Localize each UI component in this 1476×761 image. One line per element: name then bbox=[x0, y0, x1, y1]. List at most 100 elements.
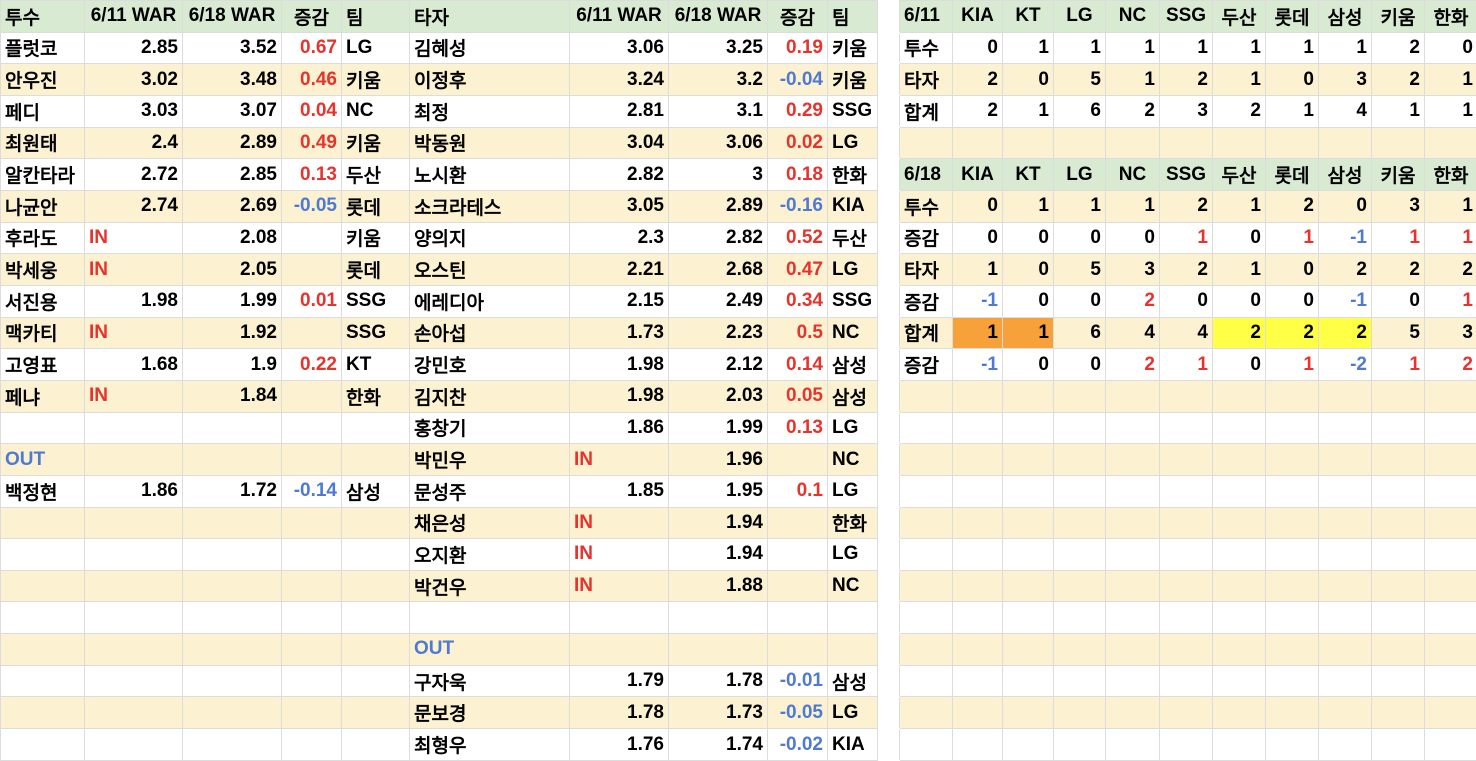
empty-cell[interactable] bbox=[1105, 728, 1160, 761]
empty-cell[interactable] bbox=[1105, 569, 1160, 603]
pitchers-value-cell[interactable] bbox=[182, 411, 282, 445]
summary618-header-cell[interactable]: 한화 bbox=[1424, 158, 1476, 191]
empty-cell[interactable] bbox=[1105, 601, 1160, 635]
empty-cell[interactable] bbox=[952, 474, 1003, 508]
summary611-value-cell[interactable]: 1 bbox=[1265, 94, 1319, 128]
summary618-value-cell[interactable]: 2 bbox=[1318, 253, 1372, 286]
pitchers-name-cell[interactable]: 박세웅 bbox=[0, 253, 85, 286]
pitchers-team-cell[interactable]: 한화 bbox=[341, 379, 410, 413]
separator-cell[interactable] bbox=[877, 284, 900, 318]
hitters-value-cell[interactable]: 1.88 bbox=[668, 569, 768, 603]
hitters-value-cell[interactable]: 3.25 bbox=[668, 31, 768, 65]
pitchers-name-cell[interactable]: 플럿코 bbox=[0, 31, 85, 65]
hitters-name-cell[interactable]: 김혜성 bbox=[409, 31, 570, 65]
pitchers-value-cell[interactable]: -0.05 bbox=[281, 189, 342, 223]
empty-cell[interactable] bbox=[1053, 569, 1106, 603]
summary618-row-label[interactable]: 증감 bbox=[899, 348, 953, 381]
hitters-header-cell[interactable]: 팀 bbox=[827, 0, 878, 33]
empty-cell[interactable] bbox=[182, 569, 282, 603]
empty-cell[interactable] bbox=[281, 633, 342, 666]
empty-cell[interactable] bbox=[341, 696, 410, 730]
hitters-name-cell[interactable]: 오지환 bbox=[409, 538, 570, 571]
summary611-value-cell[interactable]: 0 bbox=[1424, 31, 1476, 65]
empty-cell[interactable] bbox=[1212, 411, 1266, 445]
summary618-value-cell[interactable]: 0 bbox=[1318, 189, 1372, 223]
pitchers-value-cell[interactable]: 0.49 bbox=[281, 126, 342, 160]
hitters-value-cell[interactable] bbox=[767, 569, 828, 603]
summary618-header-cell[interactable]: SSG bbox=[1159, 158, 1213, 191]
empty-cell[interactable] bbox=[1002, 664, 1054, 698]
empty-cell[interactable] bbox=[1371, 633, 1425, 666]
summary611-value-cell[interactable]: 1 bbox=[1424, 63, 1476, 96]
hitters-value-cell[interactable]: 3.04 bbox=[569, 126, 669, 160]
empty-cell[interactable] bbox=[341, 506, 410, 540]
pitchers-value-cell[interactable]: 0.01 bbox=[281, 284, 342, 318]
empty-cell[interactable] bbox=[1002, 443, 1054, 476]
empty-cell[interactable] bbox=[1318, 443, 1372, 476]
hitters-value-cell[interactable]: 2.89 bbox=[668, 189, 768, 223]
pitchers-value-cell[interactable]: -0.14 bbox=[281, 474, 342, 508]
pitchers-name-cell[interactable]: 서진용 bbox=[0, 284, 85, 318]
hitters-value-cell[interactable]: 2.21 bbox=[569, 253, 669, 286]
pitchers-value-cell[interactable]: 2.85 bbox=[182, 158, 282, 191]
empty-cell[interactable] bbox=[1318, 569, 1372, 603]
pitchers-value-cell[interactable]: 2.05 bbox=[182, 253, 282, 286]
summary618-value-cell[interactable]: 2 bbox=[1424, 348, 1476, 381]
empty-cell[interactable] bbox=[1212, 601, 1266, 635]
hitters-header-cell[interactable]: 증감 bbox=[767, 0, 828, 33]
empty-cell[interactable] bbox=[1159, 474, 1213, 508]
empty-cell[interactable] bbox=[1053, 379, 1106, 413]
summary618-value-cell[interactable]: 1 bbox=[1212, 253, 1266, 286]
summary618-value-cell[interactable]: 2 bbox=[1105, 284, 1160, 318]
pitchers-team-cell[interactable]: LG bbox=[341, 31, 410, 65]
empty-cell[interactable] bbox=[1424, 443, 1476, 476]
empty-cell[interactable] bbox=[1159, 664, 1213, 698]
summary611-header-cell[interactable]: SSG bbox=[1159, 0, 1213, 33]
empty-cell[interactable] bbox=[1002, 728, 1054, 761]
hitters-value-cell[interactable] bbox=[668, 601, 768, 635]
hitters-value-cell[interactable]: 0.02 bbox=[767, 126, 828, 160]
pitchers-value-cell[interactable]: 2.08 bbox=[182, 221, 282, 255]
hitters-name-cell[interactable] bbox=[409, 601, 570, 635]
separator-cell[interactable] bbox=[877, 411, 900, 445]
hitters-team-cell[interactable]: NC bbox=[827, 569, 878, 603]
pitchers-name-cell[interactable]: 최원태 bbox=[0, 126, 85, 160]
pitchers-value-cell[interactable]: 1.92 bbox=[182, 316, 282, 350]
pitchers-value-cell[interactable]: 1.86 bbox=[84, 474, 183, 508]
hitters-value-cell[interactable]: IN bbox=[569, 506, 669, 540]
empty-cell[interactable] bbox=[1371, 538, 1425, 571]
hitters-value-cell[interactable]: -0.01 bbox=[767, 664, 828, 698]
empty-cell[interactable] bbox=[0, 538, 85, 571]
hitters-value-cell[interactable]: 0.19 bbox=[767, 31, 828, 65]
hitters-name-cell[interactable]: 구자욱 bbox=[409, 664, 570, 698]
empty-cell[interactable] bbox=[341, 664, 410, 698]
empty-cell[interactable] bbox=[1424, 538, 1476, 571]
empty-cell[interactable] bbox=[899, 474, 953, 508]
summary618-value-cell[interactable]: 0 bbox=[1212, 284, 1266, 318]
empty-cell[interactable] bbox=[1159, 633, 1213, 666]
pitchers-value-cell[interactable]: 2.72 bbox=[84, 158, 183, 191]
hitters-value-cell[interactable]: 3.06 bbox=[668, 126, 768, 160]
hitters-value-cell[interactable]: 0.47 bbox=[767, 253, 828, 286]
empty-cell[interactable] bbox=[1159, 569, 1213, 603]
pitchers-team-cell[interactable] bbox=[341, 411, 410, 445]
summary618-value-cell[interactable]: -1 bbox=[952, 348, 1003, 381]
hitters-name-cell[interactable]: 박건우 bbox=[409, 569, 570, 603]
empty-cell[interactable] bbox=[1212, 664, 1266, 698]
separator-cell[interactable] bbox=[877, 443, 900, 476]
empty-cell[interactable] bbox=[84, 506, 183, 540]
empty-cell[interactable] bbox=[1318, 379, 1372, 413]
summary611-value-cell[interactable]: 1 bbox=[1424, 94, 1476, 128]
hitters-value-cell[interactable] bbox=[767, 506, 828, 540]
summary611-value-cell[interactable]: 2 bbox=[1159, 63, 1213, 96]
summary618-value-cell[interactable]: 1 bbox=[1424, 221, 1476, 255]
empty-cell[interactable] bbox=[341, 728, 410, 761]
summary618-value-cell[interactable]: 0 bbox=[1265, 284, 1319, 318]
empty-cell[interactable] bbox=[1265, 664, 1319, 698]
pitchers-name-cell[interactable]: 알칸타라 bbox=[0, 158, 85, 191]
empty-cell[interactable] bbox=[899, 506, 953, 540]
separator-cell[interactable] bbox=[877, 696, 900, 730]
empty-cell[interactable] bbox=[899, 633, 953, 666]
pitchers-value-cell[interactable]: 0.04 bbox=[281, 94, 342, 128]
empty-cell[interactable] bbox=[1265, 506, 1319, 540]
